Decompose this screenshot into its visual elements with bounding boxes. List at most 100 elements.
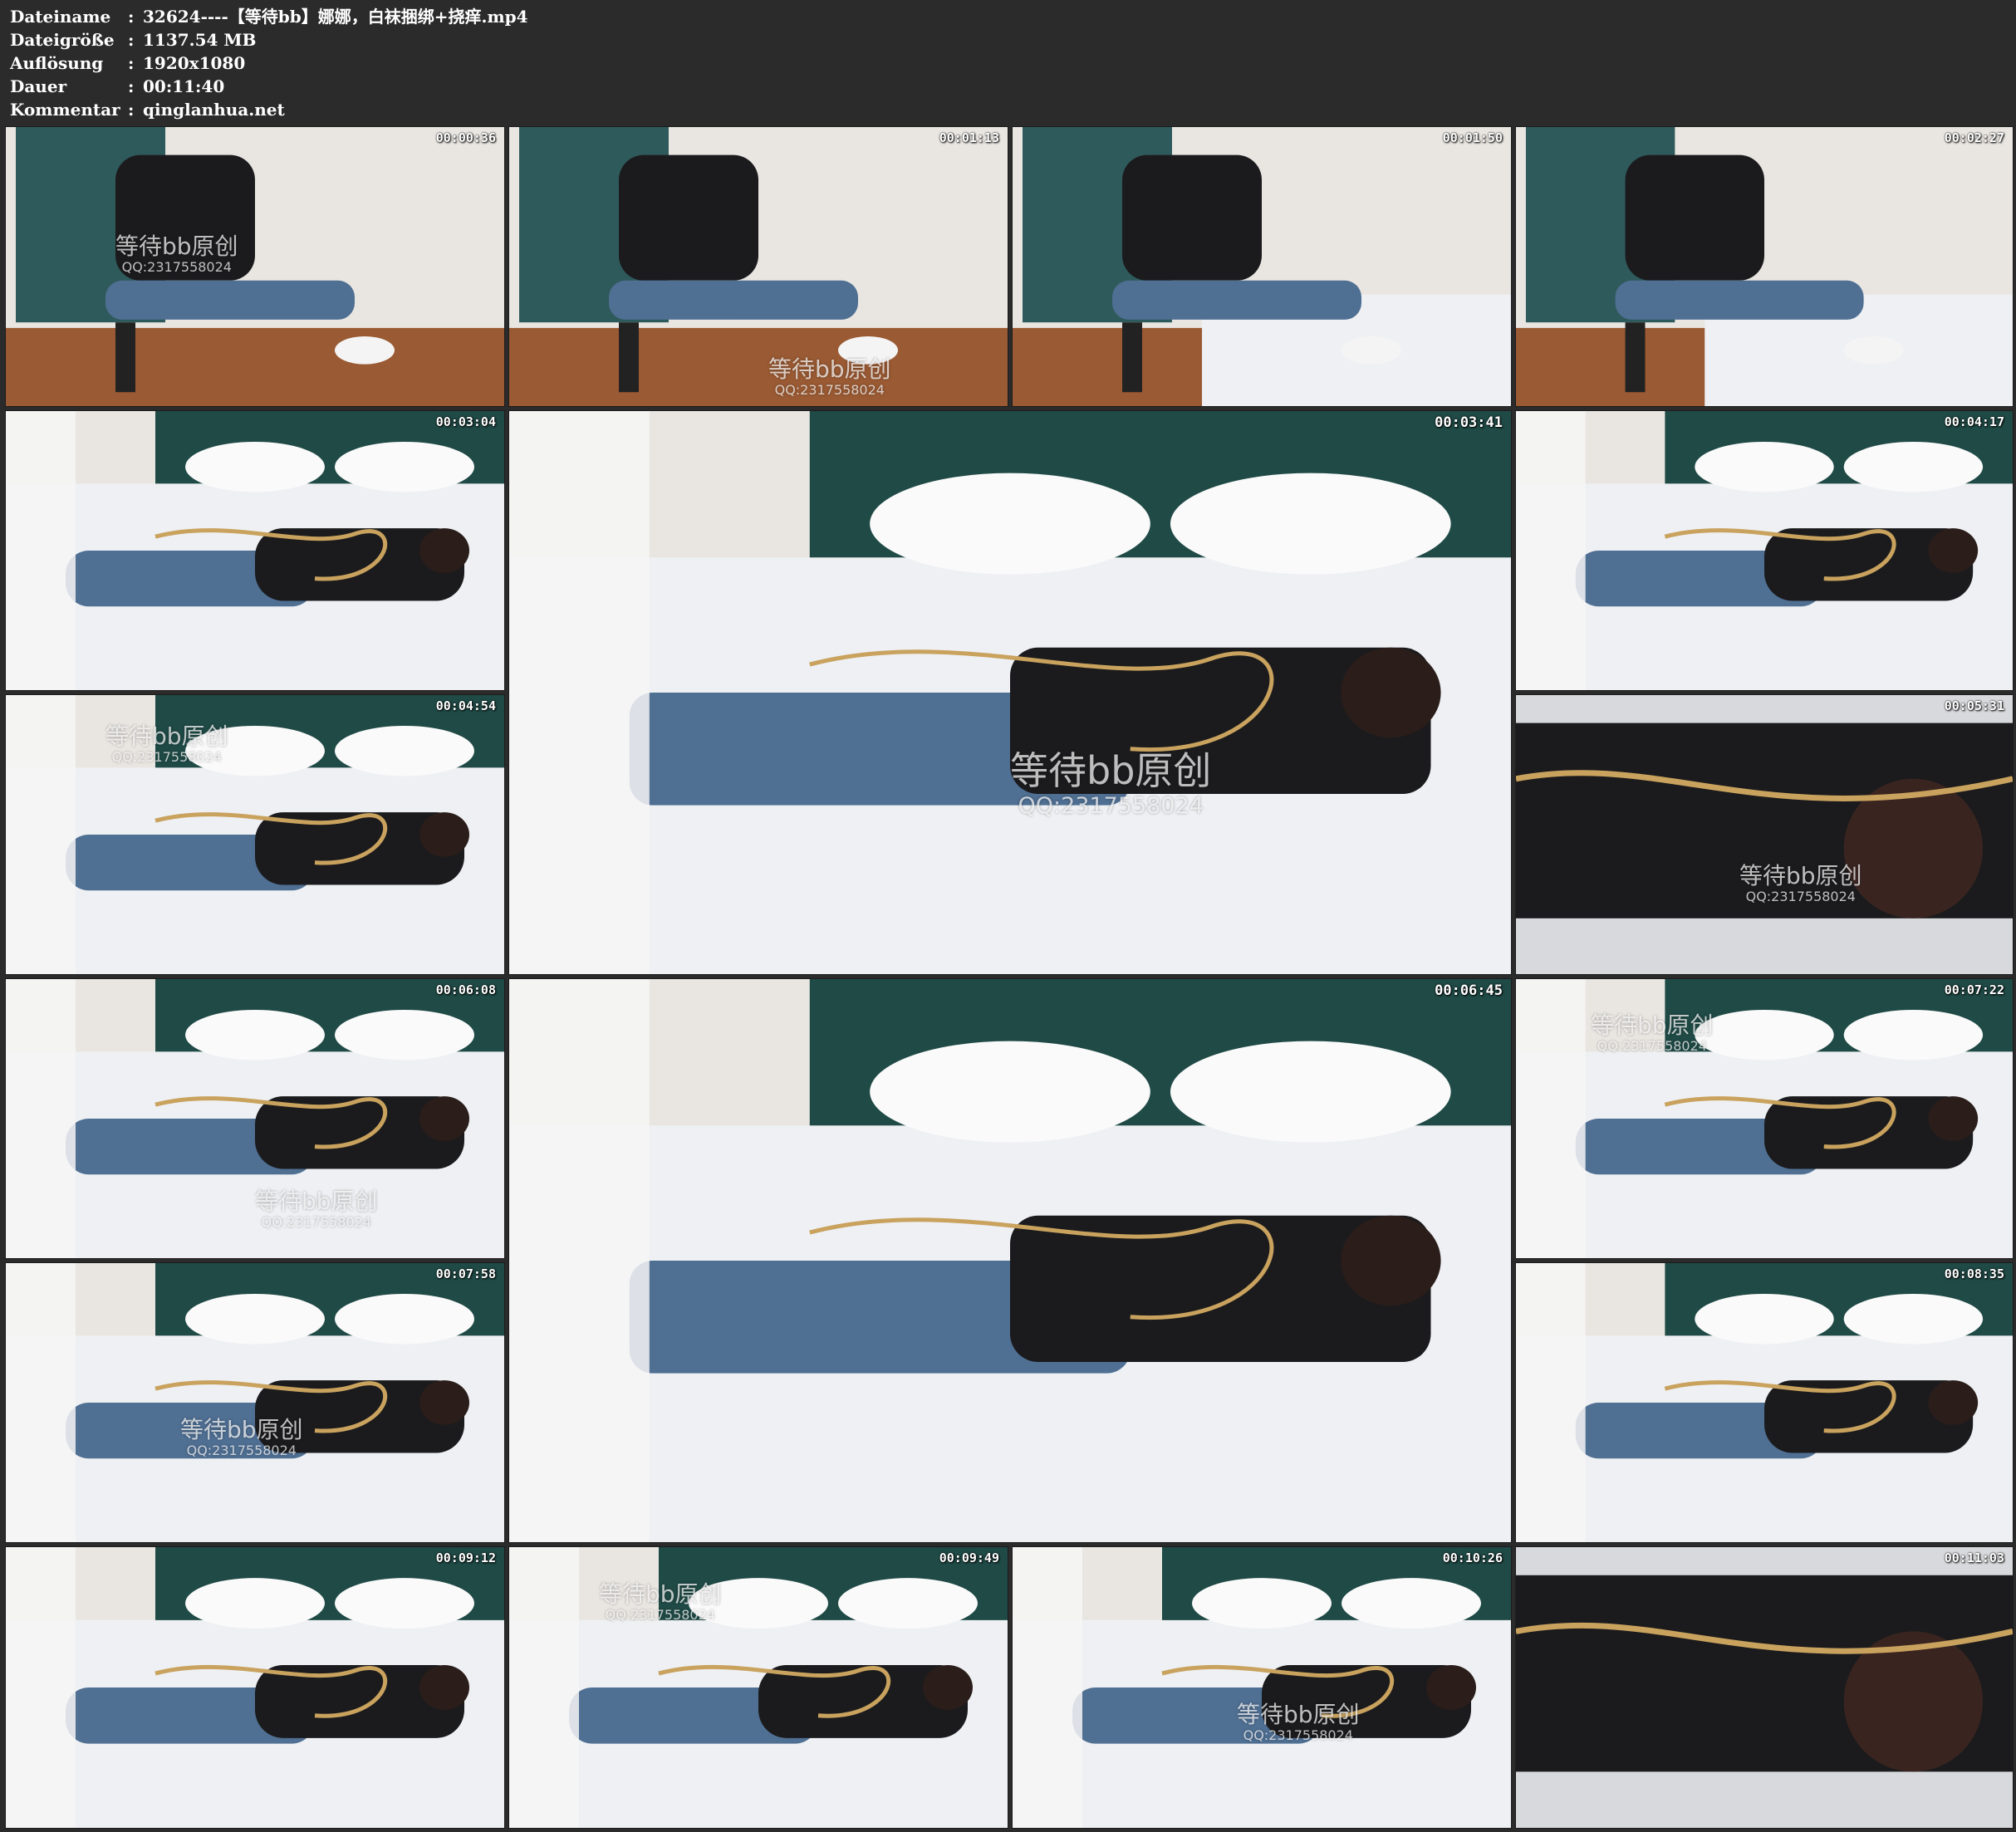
video-thumbnail[interactable]: 00:06:45 [508,978,1512,1543]
file-size-row: Dateigröße:1137.54 MB [10,28,256,51]
watermark-sub-text: QQ:2317558024 [1018,792,1204,819]
file-info-header: Dateiname:32624----【等待bb】娜娜，白袜捆绑+挠痒.mp4 … [0,0,2016,125]
watermark: 等待bb原创 QQ:2317558024 [1591,1012,1714,1055]
video-frame [1516,1547,2013,1828]
video-frame [1013,127,1511,406]
video-thumbnail[interactable]: 00:07:58 等待bb原创 QQ:2317558024 [5,1262,505,1543]
watermark-sub-text: QQ:2317558024 [774,382,885,399]
file-name-label: Dateiname [10,7,111,27]
thumbnail-timestamp: 00:10:26 [1442,1550,1503,1565]
watermark-sub-text: QQ:2317558024 [261,1214,371,1231]
video-thumbnail[interactable]: 00:01:13 等待bb原创 QQ:2317558024 [508,126,1008,407]
separator: : [128,76,135,96]
watermark-main-text: 等待bb原创 [1237,1701,1360,1728]
thumbnail-timestamp: 00:01:13 [939,130,999,145]
duration-value: 00:11:40 [143,76,225,96]
video-frame [6,1263,504,1542]
video-thumbnail[interactable]: 00:11:03 [1515,1546,2014,1829]
video-thumbnail[interactable]: 00:09:49 等待bb原创 QQ:2317558024 [508,1546,1008,1829]
thumbnail-timestamp: 00:02:27 [1944,130,2004,145]
duration-label: Dauer [10,76,67,96]
video-frame [509,127,1008,406]
watermark-main-text: 等待bb原创 [115,233,238,260]
comment-value: qinglanhua.net [143,100,285,120]
video-thumbnail[interactable]: 00:04:54 等待bb原创 QQ:2317558024 [5,694,505,975]
watermark-sub-text: QQ:2317558024 [1745,889,1856,905]
video-thumbnail[interactable]: 00:04:17 [1515,410,2014,691]
thumbnail-timestamp: 00:08:35 [1944,1266,2004,1281]
watermark-main-text: 等待bb原创 [1591,1012,1714,1039]
thumbnail-timestamp: 00:06:45 [1435,982,1503,999]
video-frame [1516,127,2013,406]
thumbnail-timestamp: 00:01:50 [1442,130,1503,145]
video-thumbnail[interactable]: 00:02:27 [1515,126,2014,407]
comment-row: Kommentar: qinglanhua.net [10,98,285,121]
thumbnail-timestamp: 00:04:17 [1944,414,2004,429]
video-frame [1516,1263,2013,1542]
watermark-sub-text: QQ:2317558024 [605,1607,715,1624]
watermark-main-text: 等待bb原创 [599,1580,722,1608]
video-thumbnail[interactable]: 00:03:41 等待bb原创 QQ:2317558024 [508,410,1512,975]
video-frame [1013,1547,1511,1828]
thumbnail-timestamp: 00:06:08 [435,982,496,997]
watermark-main-text: 等待bb原创 [1739,862,1862,889]
watermark: 等待bb原创 QQ:2317558024 [768,355,891,399]
video-frame [6,411,504,690]
watermark-sub-text: QQ:2317558024 [121,259,232,276]
video-frame [509,1547,1008,1828]
file-size-label: Dateigröße [10,30,115,50]
resolution-value: 1920x1080 [143,53,246,73]
thumbnail-grid: 00:00:36 等待bb原创 QQ:2317558024 00:01:13 等待bb原… [0,125,2016,1832]
watermark: 等待bb原创 QQ:2317558024 [255,1188,378,1231]
thumbnail-timestamp: 00:00:36 [435,130,496,145]
thumbnail-timestamp: 00:05:31 [1944,698,2004,713]
video-frame [6,695,504,974]
video-thumbnail[interactable]: 00:06:08 等待bb原创 QQ:2317558024 [5,978,505,1259]
video-frame [509,979,1511,1542]
thumbnail-timestamp: 00:11:03 [1944,1550,2004,1565]
thumbnail-timestamp: 00:09:49 [939,1550,999,1565]
duration-row: Dauer:00:11:40 [10,75,224,98]
video-frame [509,411,1511,974]
thumbnail-timestamp: 00:07:22 [1944,982,2004,997]
thumbnail-timestamp: 00:07:58 [435,1266,496,1281]
resolution-label: Auflösung [10,53,104,73]
video-frame [6,1547,504,1828]
video-thumbnail[interactable]: 00:09:12 [5,1546,505,1829]
watermark: 等待bb原创 QQ:2317558024 [1237,1701,1360,1744]
video-thumbnail[interactable]: 00:01:50 [1012,126,1512,407]
watermark-sub-text: QQ:2317558024 [1597,1038,1707,1055]
separator: : [128,7,135,27]
video-thumbnail[interactable]: 00:07:22 等待bb原创 QQ:2317558024 [1515,978,2014,1259]
watermark-sub-text: QQ:2317558024 [186,1443,297,1459]
video-frame [1516,695,2013,974]
video-thumbnail[interactable]: 00:08:35 [1515,1262,2014,1543]
watermark-sub-text: QQ:2317558024 [111,749,222,766]
thumbnail-timestamp: 00:09:12 [435,1550,496,1565]
video-frame [6,127,504,406]
video-thumbnail[interactable]: 00:05:31 等待bb原创 QQ:2317558024 [1515,694,2014,975]
separator: : [128,100,135,120]
watermark-sub-text: QQ:2317558024 [1243,1727,1353,1744]
watermark-main-text: 等待bb原创 [1010,748,1212,793]
video-thumbnail[interactable]: 00:10:26 等待bb原创 QQ:2317558024 [1012,1546,1512,1829]
watermark-main-text: 等待bb原创 [180,1416,303,1443]
watermark: 等待bb原创 QQ:2317558024 [115,233,238,276]
video-frame [1516,411,2013,690]
video-thumbnail[interactable]: 00:03:04 [5,410,505,691]
thumbnail-timestamp: 00:03:04 [435,414,496,429]
separator: : [128,30,135,50]
watermark: 等待bb原创 QQ:2317558024 [1010,749,1211,819]
file-name-row: Dateiname:32624----【等待bb】娜娜，白袜捆绑+挠痒.mp4 [10,5,528,28]
watermark-main-text: 等待bb原创 [105,723,228,750]
watermark-main-text: 等待bb原创 [255,1188,378,1215]
resolution-row: Auflösung:1920x1080 [10,51,245,75]
comment-label: Kommentar [10,100,120,120]
thumbnail-timestamp: 00:03:41 [1435,414,1503,431]
separator: : [128,53,135,73]
watermark: 等待bb原创 QQ:2317558024 [1739,862,1862,905]
file-name-value: 32624----【等待bb】娜娜，白袜捆绑+挠痒.mp4 [143,7,528,27]
video-thumbnail[interactable]: 00:00:36 等待bb原创 QQ:2317558024 [5,126,505,407]
watermark: 等待bb原创 QQ:2317558024 [599,1580,722,1624]
file-size-value: 1137.54 MB [143,30,257,50]
